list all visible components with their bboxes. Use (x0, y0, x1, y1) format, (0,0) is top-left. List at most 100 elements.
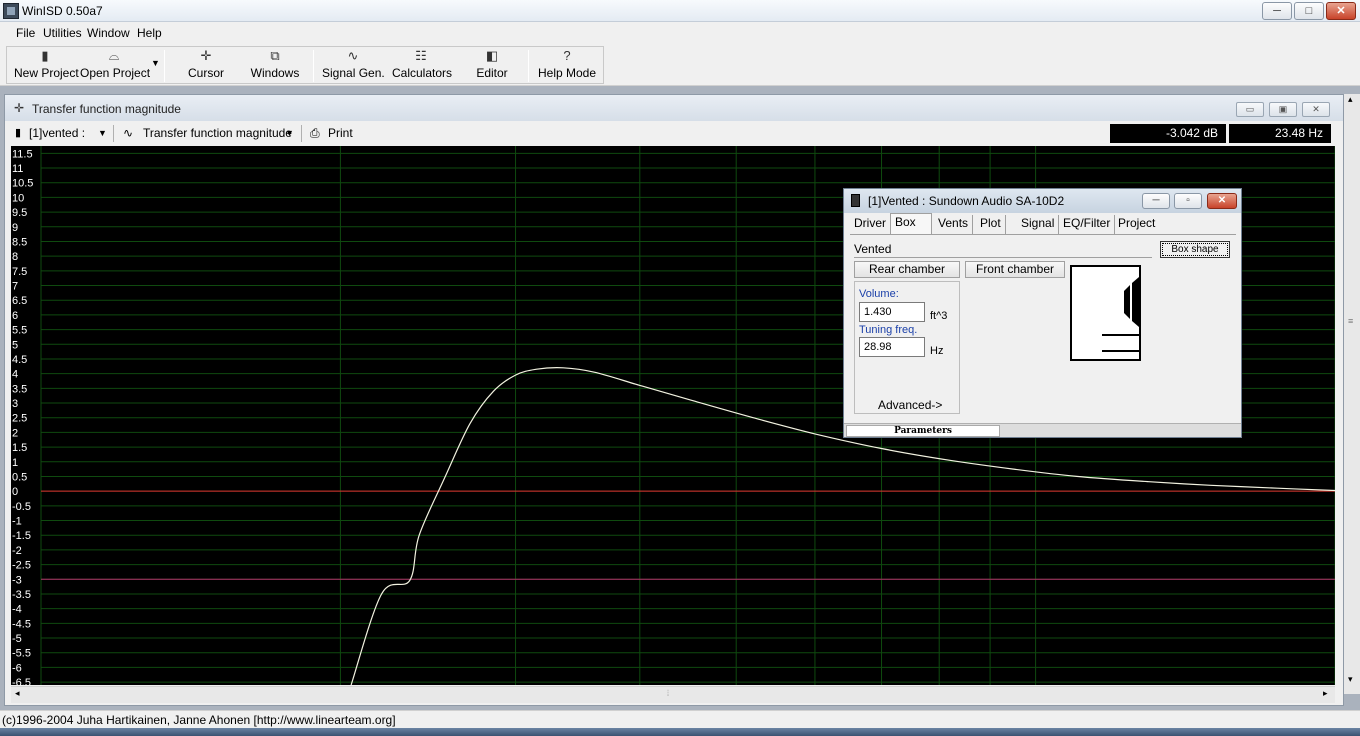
toolbar-separator (164, 50, 165, 82)
y-tick-label: -2.5 (12, 560, 31, 572)
box-window-title-bar[interactable]: [1]Vented : Sundown Audio SA-10D2 ─ ▫ ✕ (844, 189, 1241, 213)
y-tick-label: 3.5 (12, 383, 27, 395)
box-close-button[interactable]: ✕ (1207, 193, 1237, 209)
y-tick-label: -1.5 (12, 530, 31, 542)
y-tick-label: 6 (12, 310, 18, 322)
y-tick-label: -3 (12, 574, 22, 586)
y-tick-label: 3 (12, 398, 18, 410)
box-parameters-window[interactable]: [1]Vented : Sundown Audio SA-10D2 ─ ▫ ✕ … (843, 188, 1242, 438)
toolbar-separator (113, 125, 114, 142)
y-tick-label: 5.5 (12, 325, 27, 337)
menu-utilities[interactable]: Utilities (43, 26, 82, 40)
new-project-button[interactable]: ▮ New Project (14, 48, 79, 82)
menu-window[interactable]: Window (87, 26, 130, 40)
box-maximize-button[interactable]: ▫ (1174, 193, 1202, 209)
calculators-button[interactable]: ☷ Calculators (392, 48, 452, 82)
app-title: WinISD 0.50a7 (22, 4, 103, 18)
box-shape-button[interactable]: Box shape (1160, 241, 1230, 258)
plot-type-dropdown-icon[interactable]: ▼ (285, 128, 294, 138)
main-toolbar: ▮ New Project ⌓ Open Project ▼ ✛ Cursor … (0, 44, 1360, 86)
tab-box[interactable]: Box (890, 213, 932, 235)
print-button[interactable]: Print (328, 126, 353, 140)
taskbar (0, 728, 1360, 736)
menu-file[interactable]: File (16, 26, 35, 40)
app-title-bar: WinISD 0.50a7 ─ □ ✕ (0, 0, 1360, 22)
advanced-button[interactable]: Advanced-> (878, 398, 942, 412)
y-tick-label: -6 (12, 662, 22, 674)
box-window-title: [1]Vented : Sundown Audio SA-10D2 (868, 194, 1065, 208)
rear-chamber-parameters: Volume: 1.430 ft^3 Tuning freq. 28.98 Hz (854, 281, 960, 414)
y-tick-label: -6.5 (12, 677, 31, 685)
scroll-left-icon[interactable]: ◂ (15, 688, 20, 699)
minimize-button[interactable]: ─ (1262, 2, 1292, 20)
scroll-down-icon[interactable]: ▾ (1348, 674, 1353, 685)
y-tick-label: 6.5 (12, 295, 27, 307)
plot-minimize-button[interactable]: ▭ (1236, 102, 1264, 117)
tuning-freq-input[interactable]: 28.98 (859, 337, 925, 357)
box-minimize-button[interactable]: ─ (1142, 193, 1170, 209)
volume-label: Volume: (859, 288, 899, 300)
toolbar-separator (313, 50, 314, 82)
open-project-dropdown-icon[interactable]: ▼ (151, 58, 160, 68)
y-tick-label: -1 (12, 516, 22, 528)
status-bar: (c)1996-2004 Juha Hartikainen, Janne Aho… (0, 710, 1360, 728)
tab-driver[interactable]: Driver (850, 215, 891, 234)
editor-button[interactable]: ◧ Editor (474, 48, 510, 82)
plot-window-title-bar[interactable]: ✛ Transfer function magnitude ▭ ▣ ✕ (5, 95, 1343, 121)
project-select[interactable]: [1]vented : (29, 126, 85, 140)
plot-horizontal-scrollbar[interactable]: ◂ ⦙ ▸ (11, 686, 1335, 703)
y-tick-label: -0.5 (12, 501, 31, 513)
scroll-grip-icon[interactable]: ≡ (1348, 316, 1353, 326)
speaker-icon (851, 194, 860, 207)
question-mark-icon: ? (563, 48, 571, 63)
close-button[interactable]: ✕ (1326, 2, 1356, 20)
y-tick-label: -4.5 (12, 618, 31, 630)
y-tick-label: 4 (12, 369, 18, 381)
plot-close-button[interactable]: ✕ (1302, 102, 1330, 117)
windows-button[interactable]: ⧉ Windows (250, 48, 300, 82)
y-tick-label: 2.5 (12, 413, 27, 425)
y-tick-label: 7 (12, 281, 18, 293)
tab-plot[interactable]: Plot (976, 215, 1006, 234)
tab-eq-filter[interactable]: EQ/Filter (1059, 215, 1116, 234)
plot-type-select[interactable]: Transfer function magnitude (143, 126, 292, 140)
cursor-hz-readout: 23.48 Hz (1229, 124, 1331, 143)
y-tick-label: 7.5 (12, 266, 27, 278)
calculator-icon: ☷ (415, 48, 427, 63)
tab-divider (850, 234, 1236, 235)
maximize-button[interactable]: □ (1294, 2, 1324, 20)
y-tick-label: -5.5 (12, 648, 31, 660)
copyright-text: (c)1996-2004 Juha Hartikainen, Janne Aho… (2, 713, 396, 727)
project-dropdown-icon[interactable]: ▼ (98, 128, 107, 138)
cursor-crosshair-icon: ✛ (200, 48, 212, 63)
volume-input[interactable]: 1.430 (859, 302, 925, 322)
y-tick-label: -4 (12, 604, 22, 616)
toolbar-separator (301, 125, 302, 142)
plot-window-title: Transfer function magnitude (32, 102, 181, 116)
cursor-crosshair-icon: ✛ (14, 101, 25, 115)
help-mode-button[interactable]: ? Help Mode (538, 48, 596, 82)
front-chamber-button[interactable]: Front chamber (965, 261, 1065, 278)
y-tick-label: 2 (12, 427, 18, 439)
volume-unit: ft^3 (930, 310, 948, 322)
rear-chamber-button[interactable]: Rear chamber (854, 261, 960, 278)
tab-vents[interactable]: Vents (934, 215, 974, 234)
cursor-button[interactable]: ✛ Cursor (184, 48, 228, 82)
box-type-label: Vented (854, 242, 1152, 258)
scroll-grip-icon[interactable]: ⦙ (667, 688, 669, 699)
tab-project[interactable]: Project (1114, 215, 1159, 234)
workspace-vertical-scrollbar[interactable]: ▴ ≡ ▾ (1344, 94, 1360, 694)
scroll-right-icon[interactable]: ▸ (1323, 688, 1328, 699)
y-tick-label: 9 (12, 222, 18, 234)
y-tick-label: 8.5 (12, 236, 27, 248)
menu-help[interactable]: Help (137, 26, 162, 40)
parameters-status: Parameters (846, 425, 1000, 437)
box-diagram (1070, 265, 1141, 361)
y-tick-label: -5 (12, 633, 22, 645)
signal-gen-button[interactable]: ∿ Signal Gen. (322, 48, 385, 82)
plot-maximize-button[interactable]: ▣ (1269, 102, 1297, 117)
open-project-button[interactable]: ⌓ Open Project (80, 48, 150, 82)
speaker-icon: ▮ (15, 127, 22, 139)
tab-signal[interactable]: Signal (1017, 215, 1060, 234)
scroll-up-icon[interactable]: ▴ (1348, 94, 1353, 105)
